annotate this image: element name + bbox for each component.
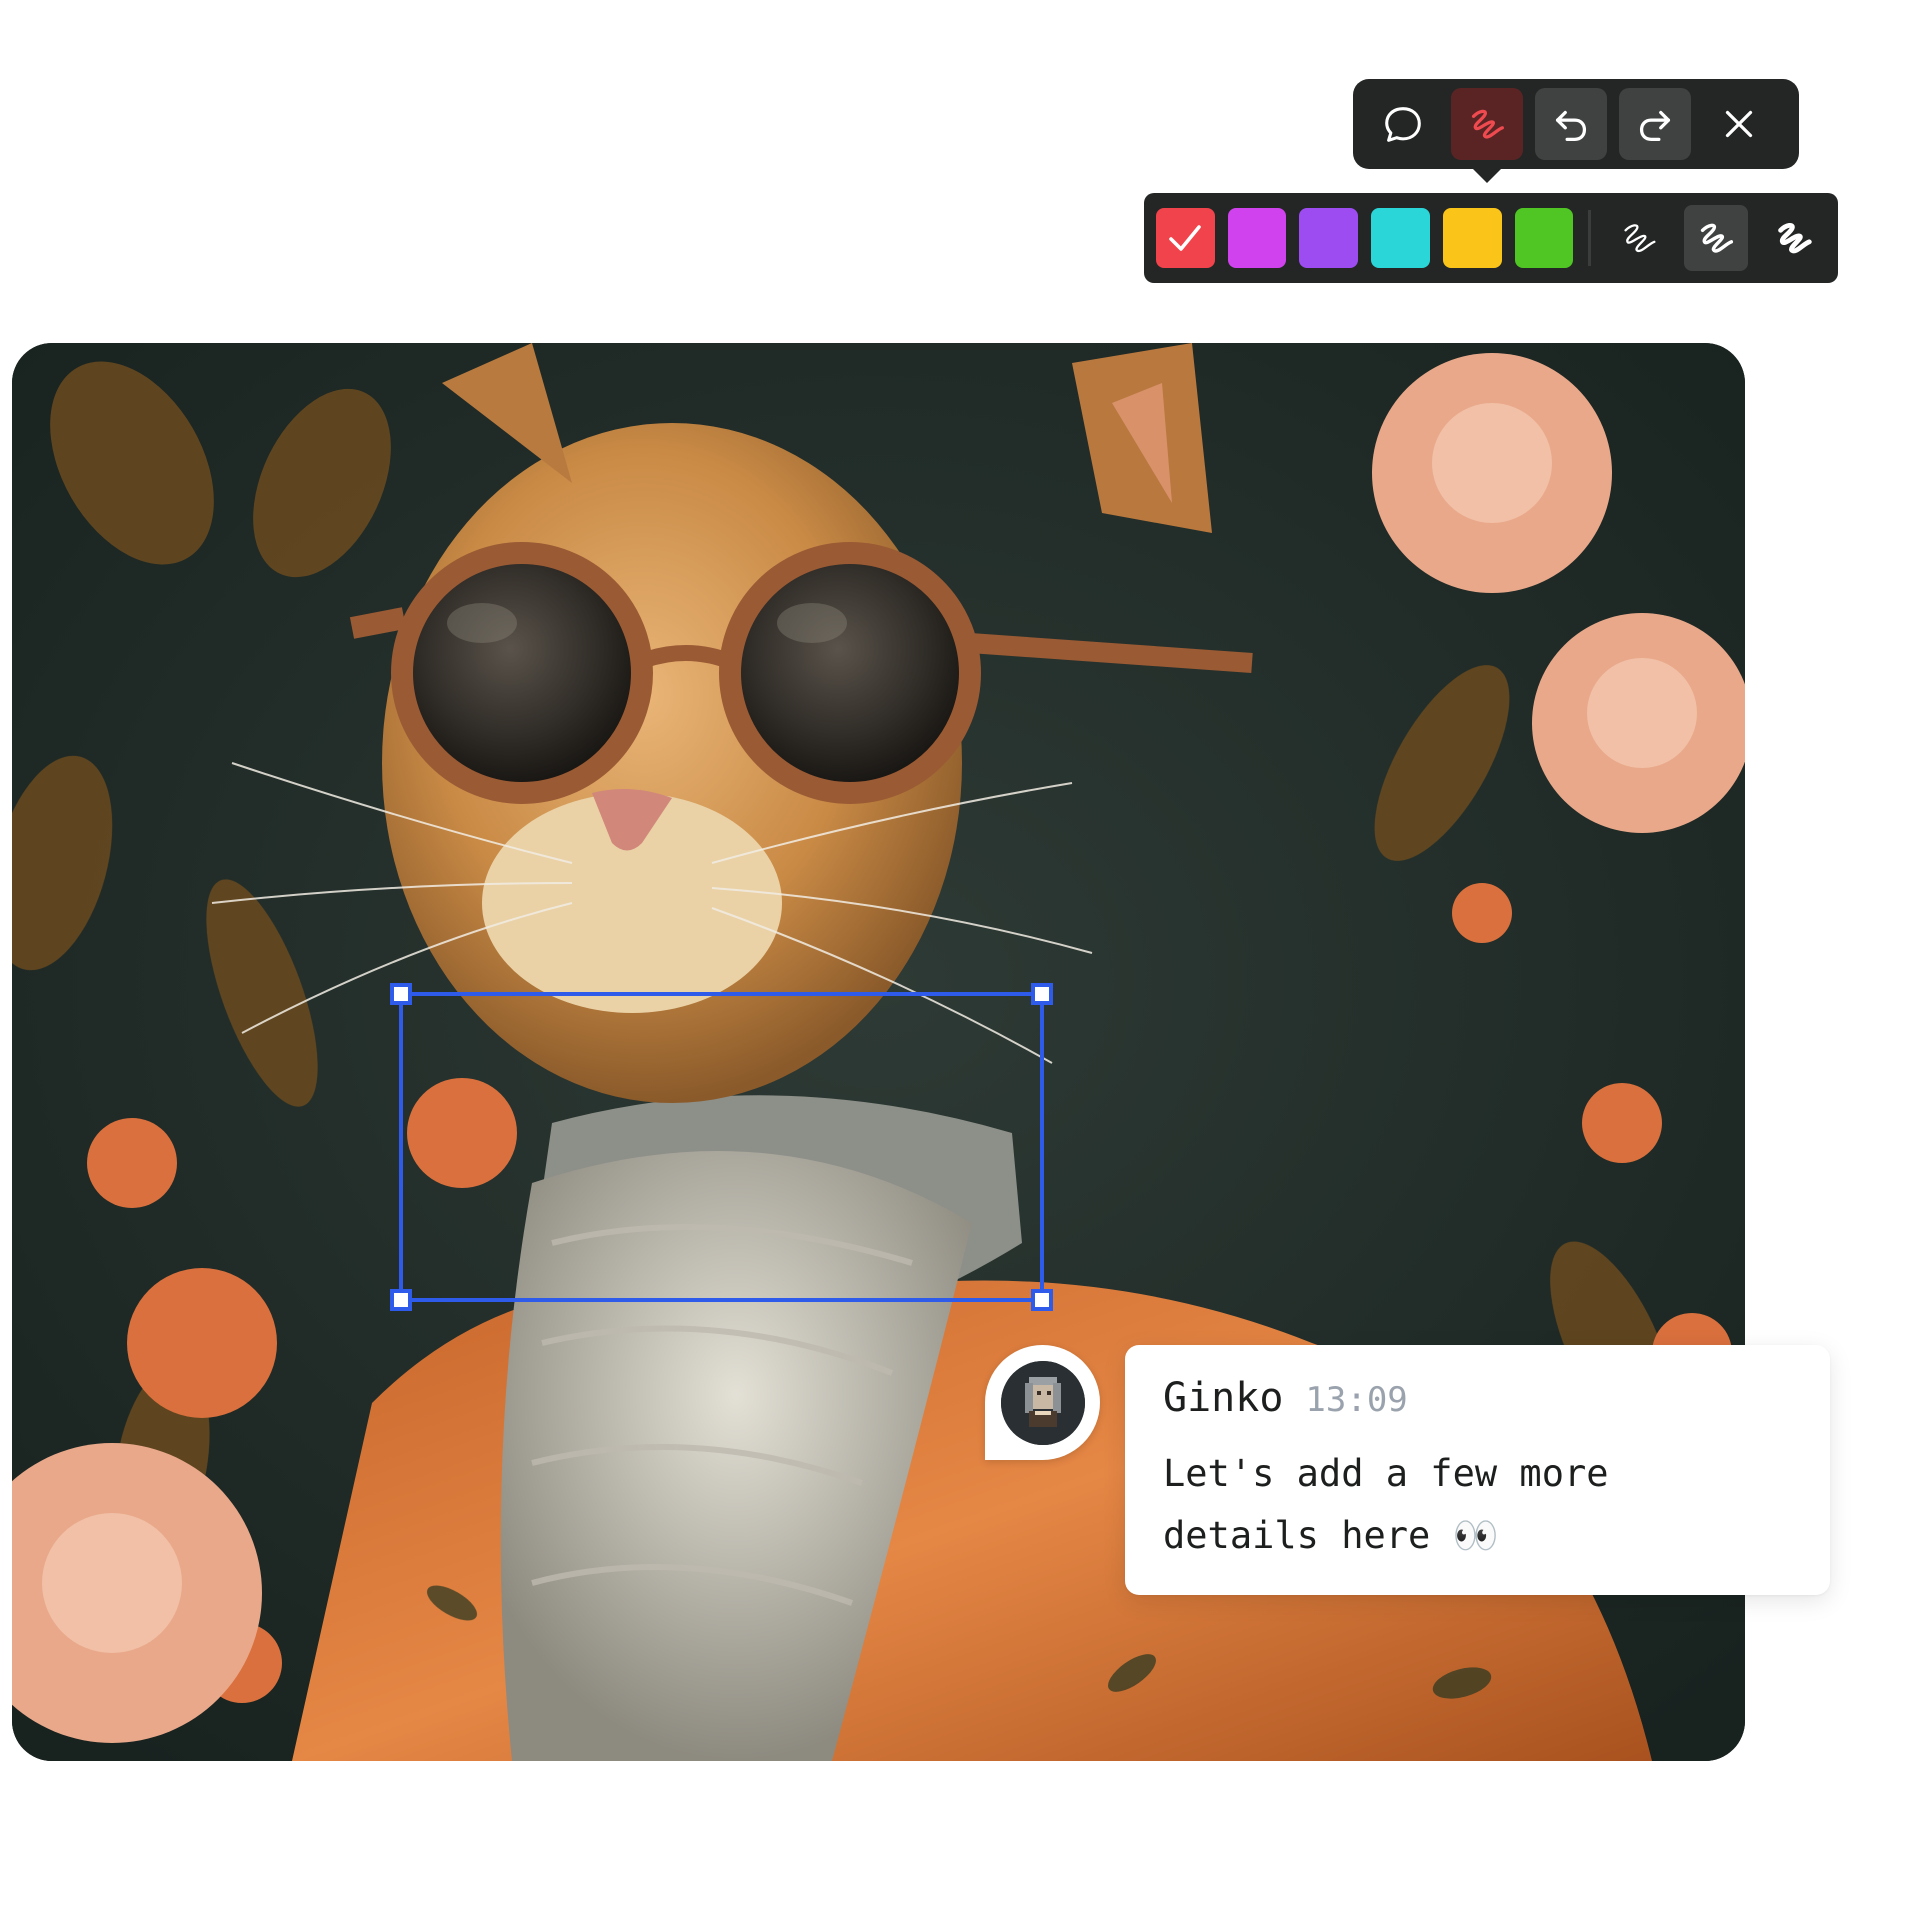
stroke-width-thick-button[interactable] xyxy=(1761,205,1826,271)
color-swatch-red[interactable] xyxy=(1156,208,1215,268)
scribble-icon xyxy=(1471,109,1504,139)
comment-pin[interactable] xyxy=(985,1345,1100,1460)
color-stroke-palette xyxy=(1144,193,1838,283)
comment-author: Ginko xyxy=(1163,1375,1284,1421)
scribble-medium-icon xyxy=(1700,223,1734,253)
stroke-width-thin-button[interactable] xyxy=(1606,205,1671,271)
scribble-thick-icon xyxy=(1777,223,1812,254)
resize-handle-top-left[interactable] xyxy=(390,983,412,1005)
undo-icon xyxy=(1555,110,1587,141)
color-swatch-green[interactable] xyxy=(1514,208,1574,268)
resize-handle-bottom-right[interactable] xyxy=(1031,1289,1053,1311)
comment-bubble-icon xyxy=(1385,107,1421,142)
comment-timestamp: 13:09 xyxy=(1305,1380,1408,1420)
redo-button[interactable] xyxy=(1619,88,1691,160)
draw-tool-button[interactable] xyxy=(1451,88,1523,160)
annotation-toolbar xyxy=(1353,79,1799,183)
color-swatch-yellow[interactable] xyxy=(1442,208,1502,268)
close-button[interactable] xyxy=(1703,88,1775,160)
avatar xyxy=(1000,1360,1085,1445)
comment-card[interactable]: Ginko 13:09 Let's add a few more details… xyxy=(1125,1345,1830,1595)
close-icon xyxy=(1725,110,1753,138)
redo-icon xyxy=(1639,110,1671,141)
resize-handle-bottom-left[interactable] xyxy=(390,1289,412,1311)
comment-header: Ginko 13:09 xyxy=(1163,1375,1792,1421)
color-swatch-magenta[interactable] xyxy=(1227,208,1287,268)
palette-divider xyxy=(1588,210,1592,266)
comment-tool-button[interactable] xyxy=(1367,88,1439,160)
resize-handle-top-right[interactable] xyxy=(1031,983,1053,1005)
scribble-thin-icon xyxy=(1623,224,1656,253)
color-swatch-cyan[interactable] xyxy=(1371,208,1430,268)
pixel-avatar-icon xyxy=(1000,1360,1085,1445)
color-swatch-purple[interactable] xyxy=(1299,208,1359,268)
undo-button[interactable] xyxy=(1535,88,1607,160)
canvas: Ginko 13:09 Let's add a few more details… xyxy=(0,0,1920,1920)
stroke-width-medium-button[interactable] xyxy=(1683,205,1749,271)
check-icon xyxy=(1169,225,1202,251)
selection-rectangle[interactable] xyxy=(390,983,1053,1311)
comment-text: Let's add a few more details here 👀 xyxy=(1163,1452,1609,1557)
